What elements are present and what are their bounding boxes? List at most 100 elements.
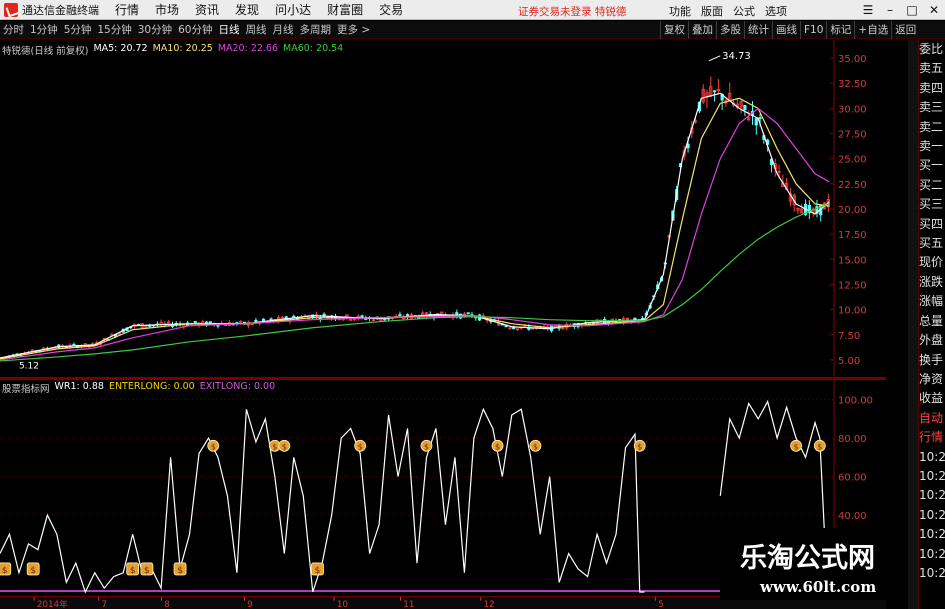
exitlong-glyph: $ xyxy=(282,442,287,451)
exitlong-marker: $ xyxy=(633,439,646,452)
high-price-pointer xyxy=(708,55,721,62)
candle-body xyxy=(360,315,364,318)
ma-line-ma10 xyxy=(0,97,830,360)
quote-field-label: 涨跌 xyxy=(919,274,944,289)
price-grid xyxy=(830,40,835,376)
date-tick-label: 5 xyxy=(658,600,664,609)
minimize-icon[interactable]: – xyxy=(879,0,901,20)
candle-body xyxy=(712,90,717,93)
period-tab-more[interactable]: 更多 > xyxy=(334,22,373,37)
exitlong-glyph: $ xyxy=(211,442,216,451)
tool-back-button[interactable]: 返回 xyxy=(891,21,919,39)
menu-item-ask[interactable]: 问小达 xyxy=(267,1,319,18)
period-tab-15min[interactable]: 15分钟 xyxy=(94,22,134,37)
quote-field-label: 卖一 xyxy=(919,139,944,154)
candle-body xyxy=(754,118,758,126)
login-notice[interactable]: 证券交易未登录 特锐德 xyxy=(518,4,626,19)
period-tab-60min[interactable]: 60分钟 xyxy=(175,22,215,37)
date-tick-label: 7 xyxy=(101,600,107,609)
ma-line-ma60 xyxy=(0,203,830,362)
menu-item-news[interactable]: 资讯 xyxy=(187,1,227,18)
price-tick-label: 5.00 xyxy=(838,356,860,367)
exitlong-marker: $ xyxy=(529,439,542,452)
tool-overlay-button[interactable]: 叠加 xyxy=(688,21,716,39)
candle-body xyxy=(466,312,470,315)
quote-field-label[interactable]: 行情 xyxy=(919,428,945,447)
candle-body xyxy=(261,318,266,322)
candle-body xyxy=(758,117,762,119)
tool-adjust-button[interactable]: 复权 xyxy=(660,21,688,39)
exitlong-glyph: $ xyxy=(794,442,799,451)
maximize-icon[interactable]: □ xyxy=(901,0,923,20)
price-tick-label: 17.50 xyxy=(838,230,867,241)
enterlong-marker: $ xyxy=(173,562,187,576)
ma-lines xyxy=(0,92,830,362)
indicator-tick-label: 80.00 xyxy=(838,434,867,445)
exitlong-glyph: $ xyxy=(533,442,538,451)
vertical-scrollbar[interactable] xyxy=(908,40,918,609)
quote-field-label: 10:26 xyxy=(919,449,945,464)
price-chart[interactable]: 35.00 32.50 30.00 27.50 25.00 22.50 20.00 17.50… xyxy=(0,40,886,376)
quote-field-label: 委比 xyxy=(919,42,944,56)
period-tab-multi[interactable]: 多周期 xyxy=(297,22,335,37)
tool-stats-button[interactable]: 统计 xyxy=(744,21,772,39)
period-tab-weekly[interactable]: 周线 xyxy=(243,22,270,37)
candle-body xyxy=(743,105,747,110)
period-tab-5min[interactable]: 5分钟 xyxy=(61,22,95,37)
menu-item-quotes[interactable]: 行情 xyxy=(107,1,147,18)
period-tab-intraday[interactable]: 分时 xyxy=(0,22,27,37)
menu-item-function[interactable]: 功能 xyxy=(664,3,696,19)
indicator-name-label[interactable]: 股票指标网 xyxy=(2,381,50,395)
exitlong-glyph: $ xyxy=(495,442,500,451)
menu-item-discover[interactable]: 发现 xyxy=(227,1,267,18)
quote-field-label: 卖二 xyxy=(919,119,944,134)
period-tab-1min[interactable]: 1分钟 xyxy=(27,22,61,37)
exitlong-glyph: $ xyxy=(817,442,822,451)
menu-item-wealth[interactable]: 财富圈 xyxy=(319,1,371,18)
candle-body xyxy=(254,319,258,323)
price-tick-label: 7.50 xyxy=(838,331,860,342)
quote-field-label: 10:26 xyxy=(919,527,945,542)
quote-field-label: 买一 xyxy=(919,158,944,173)
exitlong-glyph: $ xyxy=(637,442,642,451)
wr1-value: WR1: 0.88 xyxy=(54,381,104,392)
exitlong-glyph: $ xyxy=(272,442,277,451)
quote-field-label[interactable]: 自动 xyxy=(919,409,945,428)
period-tab-monthly[interactable]: 月线 xyxy=(270,22,297,37)
tool-f10-button[interactable]: F10 xyxy=(800,21,826,39)
candle-body xyxy=(398,314,402,317)
tool-draw-button[interactable]: 画线 xyxy=(772,21,800,39)
candle-body xyxy=(322,313,326,316)
price-tick-label: 32.50 xyxy=(838,79,867,90)
date-tick-label: 11 xyxy=(403,600,414,609)
menu-item-trade[interactable]: 交易 xyxy=(371,1,411,18)
quote-field-label: 10:26 xyxy=(919,507,945,522)
tool-add-watchlist-button[interactable]: +自选 xyxy=(854,21,891,39)
stock-name-label[interactable]: 特锐德(日线 前复权) xyxy=(2,43,88,57)
menu-item-layout[interactable]: 版面 xyxy=(696,3,728,19)
price-tick-label: 12.50 xyxy=(838,280,867,291)
menu-item-options[interactable]: 选项 xyxy=(760,3,792,19)
period-tab-30min[interactable]: 30分钟 xyxy=(135,22,175,37)
date-tick-label: 2014年 xyxy=(37,598,68,609)
quote-field-label: 10:26 xyxy=(919,546,945,561)
enterlong-marker: $ xyxy=(311,562,324,576)
tool-multi-stock-button[interactable]: 多股 xyxy=(716,21,744,39)
menu-item-formula[interactable]: 公式 xyxy=(728,3,760,19)
quote-field-label: 涨幅 xyxy=(919,294,944,309)
menu-item-market[interactable]: 市场 xyxy=(147,1,187,18)
exitlong-marker: $ xyxy=(790,439,802,452)
quote-field-label: 买五 xyxy=(919,236,944,251)
enterlong-glyph: $ xyxy=(144,566,150,576)
indicator-axis: 100.00 80.00 60.00 40.00 xyxy=(838,396,873,522)
period-tabs: 分时 1分钟 5分钟 15分钟 30分钟 60分钟 日线 周线 月线 多周期 更… xyxy=(0,22,373,37)
period-tab-daily[interactable]: 日线 xyxy=(216,22,243,37)
indicator-tick-label: 60.00 xyxy=(838,473,867,484)
close-icon[interactable]: ✕ xyxy=(923,0,945,20)
date-tick-label: 10 xyxy=(337,600,348,609)
skin-icon[interactable]: ☰ xyxy=(857,0,879,20)
candle-body xyxy=(553,325,557,327)
tool-mark-button[interactable]: 标记 xyxy=(826,21,854,39)
low-price-label: 5.12 xyxy=(19,362,39,372)
exitlong-marker: $ xyxy=(207,439,220,452)
